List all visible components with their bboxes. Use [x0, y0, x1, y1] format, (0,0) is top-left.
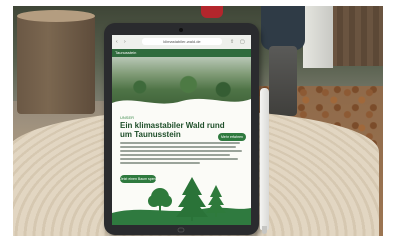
white-bucket [303, 6, 333, 68]
wooden-hut-wall [331, 6, 383, 66]
body-text-block [120, 142, 246, 166]
tree-stump-left-top [17, 10, 95, 22]
tabs-icon[interactable]: ▢ [240, 39, 245, 45]
back-icon[interactable]: ‹ [116, 39, 118, 45]
fir-tree-center-icon [176, 177, 208, 221]
learn-more-button[interactable]: Mehr erfahren [218, 133, 246, 141]
fir-tree-right-icon [206, 185, 226, 217]
hero-wave-divider [112, 98, 251, 115]
tablet-screen[interactable]: ‹ › klimastabiler-wald.de ⇧ ▢ Taunusstei… [112, 35, 251, 225]
site-header: Taunusstein [112, 49, 251, 57]
share-icon[interactable]: ⇧ [230, 39, 234, 45]
tablet-device: ‹ › klimastabiler-wald.de ⇧ ▢ Taunusstei… [104, 23, 259, 235]
stylus-tip [262, 226, 267, 234]
url-field[interactable]: klimastabiler-wald.de [142, 38, 222, 45]
page-headline: Ein klimastabiler Wald rund um Taunusste… [120, 121, 225, 139]
red-jacket-detail [201, 6, 223, 18]
person-legs [269, 46, 297, 116]
person-coat [261, 6, 305, 50]
front-camera [179, 28, 183, 32]
browser-toolbar: ‹ › klimastabiler-wald.de ⇧ ▢ [112, 35, 251, 50]
background-photo: ‹ › klimastabiler-wald.de ⇧ ▢ Taunusstei… [13, 6, 383, 236]
tree-illustration [112, 177, 251, 225]
fir-tree-left-icon [148, 188, 172, 213]
home-button-icon[interactable] [177, 227, 185, 233]
stylus-pencil [260, 88, 269, 230]
site-logo[interactable]: Taunusstein [115, 50, 136, 56]
tree-stump-left [17, 14, 95, 114]
forward-icon[interactable]: › [124, 39, 126, 45]
section-kicker: UNSER [120, 115, 135, 120]
